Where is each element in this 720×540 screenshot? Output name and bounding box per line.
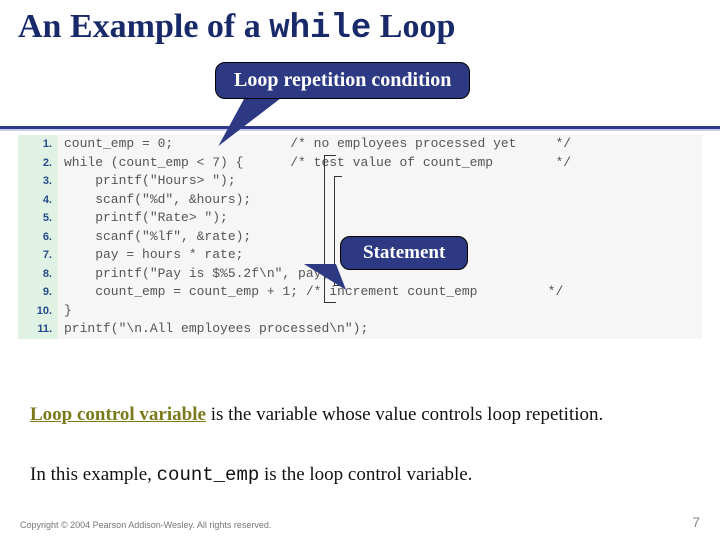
line-number: 10. xyxy=(18,302,58,321)
callout-statement-label: Statement xyxy=(363,242,445,263)
line-number: 8. xyxy=(18,265,58,284)
title-pre: An Example of a xyxy=(18,8,269,45)
code-row: 4. scanf("%d", &hours); xyxy=(18,191,702,210)
callout-repetition-condition: Loop repetition condition xyxy=(215,62,470,99)
code-text: printf("Rate> "); xyxy=(58,209,702,228)
title-post: Loop xyxy=(371,8,455,45)
code-row: 11.printf("\n.All employees processed\n"… xyxy=(18,320,702,339)
callout-statement: Statement xyxy=(340,236,468,270)
title-mono: while xyxy=(269,10,371,48)
code-text: count_emp = count_emp + 1; /* increment … xyxy=(58,283,702,302)
paragraph-1: Loop control variable is the variable wh… xyxy=(30,403,690,428)
line-number: 3. xyxy=(18,172,58,191)
callout-repetition-label: Loop repetition condition xyxy=(234,69,451,91)
code-row: 1.count_emp = 0; /* no employees process… xyxy=(18,135,702,154)
copyright-text: Copyright © 2004 Pearson Addison-Wesley.… xyxy=(20,520,271,530)
paragraph-1-rest: is the variable whose value controls loo… xyxy=(206,404,603,425)
slide-title: An Example of a while Loop xyxy=(18,8,455,48)
line-number: 4. xyxy=(18,191,58,210)
code-text: scanf("%d", &hours); xyxy=(58,191,702,210)
line-number: 2. xyxy=(18,154,58,173)
loop-control-variable-term: Loop control variable xyxy=(30,404,206,425)
code-text: printf("\n.All employees processed\n"); xyxy=(58,320,702,339)
line-number: 7. xyxy=(18,246,58,265)
page-number: 7 xyxy=(692,514,700,530)
line-number: 5. xyxy=(18,209,58,228)
line-number: 6. xyxy=(18,228,58,247)
paragraph-2-mono: count_emp xyxy=(157,464,260,486)
code-row: 2.while (count_emp < 7) { /* test value … xyxy=(18,154,702,173)
code-text: } xyxy=(58,302,702,321)
code-text: printf("Hours> "); xyxy=(58,172,702,191)
paragraph-2-post: is the loop control variable. xyxy=(259,464,472,485)
code-text: while (count_emp < 7) { /* test value of… xyxy=(58,154,702,173)
code-row: 5. printf("Rate> "); xyxy=(18,209,702,228)
paragraph-2-pre: In this example, xyxy=(30,464,157,485)
line-number: 9. xyxy=(18,283,58,302)
slide: An Example of a while Loop Loop repetiti… xyxy=(0,0,720,540)
line-number: 11. xyxy=(18,320,58,339)
paragraph-2: In this example, count_emp is the loop c… xyxy=(30,463,690,488)
code-row: 3. printf("Hours> "); xyxy=(18,172,702,191)
code-text: count_emp = 0; /* no employees processed… xyxy=(58,135,702,154)
line-number: 1. xyxy=(18,135,58,154)
code-row: 9. count_emp = count_emp + 1; /* increme… xyxy=(18,283,702,302)
code-row: 10.} xyxy=(18,302,702,321)
title-rule-shadow xyxy=(0,129,720,131)
